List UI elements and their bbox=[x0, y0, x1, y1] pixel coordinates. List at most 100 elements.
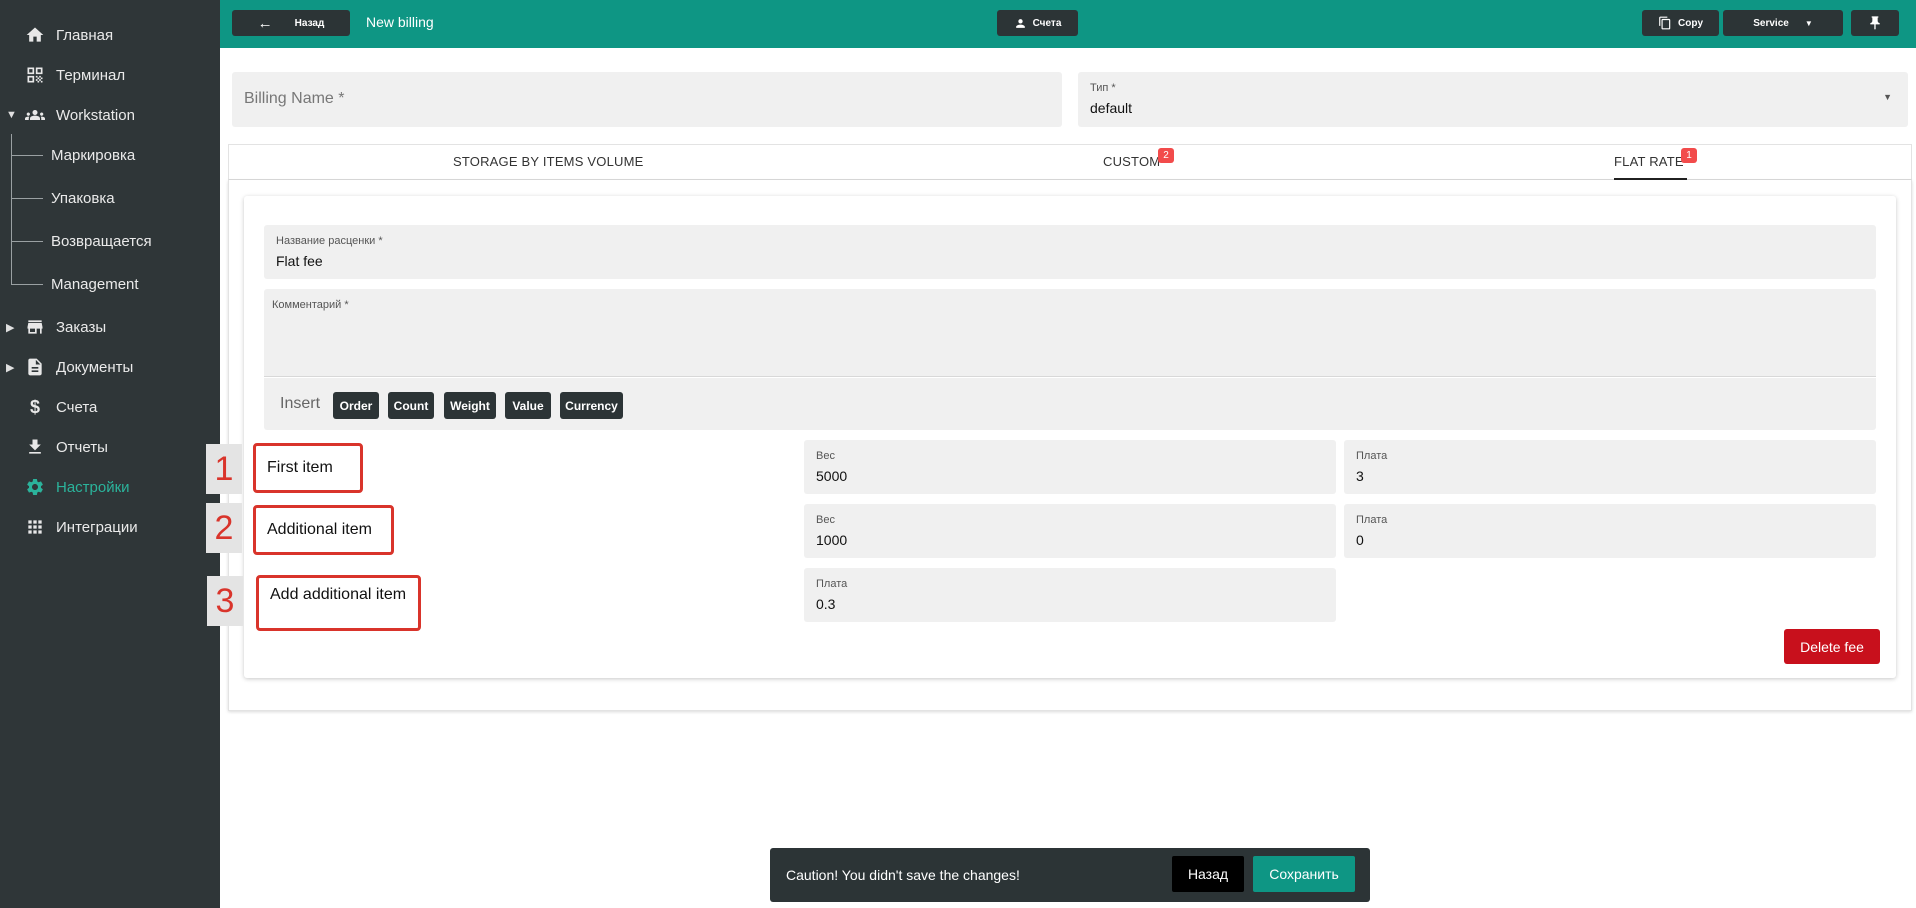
snackbar-save-button[interactable]: Сохранить bbox=[1253, 856, 1355, 892]
billing-name-field[interactable]: Billing Name * bbox=[232, 72, 1062, 127]
download-icon bbox=[24, 436, 46, 458]
fee-label: Плата bbox=[1356, 514, 1388, 526]
caret-down-icon: ▼ bbox=[1804, 18, 1813, 28]
fee-name-label: Название расценки * bbox=[276, 235, 383, 247]
insert-currency-button[interactable]: Currency bbox=[560, 392, 623, 419]
fee-value: 0 bbox=[1356, 532, 1364, 548]
home-icon bbox=[24, 24, 46, 46]
tab-flat-rate-badge: 1 bbox=[1681, 148, 1697, 163]
back-button[interactable]: ← Назад bbox=[232, 10, 350, 36]
comment-label: Комментарий * bbox=[272, 299, 349, 311]
sidebar-item-label: Отчеты bbox=[56, 438, 108, 456]
sidebar-item-orders[interactable]: ▶ Заказы bbox=[0, 309, 220, 345]
copy-button-label: Copy bbox=[1678, 17, 1703, 29]
comment-field[interactable]: Комментарий * bbox=[264, 289, 1876, 377]
sidebar: Главная Терминал ▼ Workstation Маркировк… bbox=[0, 0, 220, 908]
sidebar-item-label: Терминал bbox=[56, 66, 126, 84]
weight-label: Вес bbox=[816, 450, 835, 462]
sidebar-subitem-management[interactable]: Management bbox=[0, 266, 220, 302]
first-item-label: First item bbox=[253, 443, 363, 493]
annotation-number: 2 bbox=[206, 503, 242, 553]
dollar-icon: $ bbox=[29, 396, 40, 417]
pin-icon bbox=[1867, 15, 1883, 31]
tab-flat-rate[interactable]: FLAT RATE bbox=[1614, 154, 1684, 169]
sidebar-item-home[interactable]: Главная bbox=[0, 17, 220, 53]
sidebar-item-workstation[interactable]: ▼ Workstation bbox=[0, 97, 220, 133]
insert-order-button[interactable]: Order bbox=[333, 392, 379, 419]
caret-right-icon: ▶ bbox=[6, 321, 15, 334]
annotation-number: 3 bbox=[207, 576, 243, 626]
additional-item-weight-field[interactable]: Вес 1000 bbox=[804, 504, 1336, 558]
additional-item-fee-field[interactable]: Плата 0 bbox=[1344, 504, 1876, 558]
delete-fee-button[interactable]: Delete fee bbox=[1784, 629, 1880, 664]
annotation-number: 1 bbox=[206, 444, 242, 494]
sidebar-subitem-label: Возвращается bbox=[51, 232, 152, 250]
page-title: New billing bbox=[366, 14, 434, 30]
copy-button[interactable]: Copy bbox=[1642, 10, 1719, 36]
insert-count-button[interactable]: Count bbox=[388, 392, 434, 419]
tab-custom[interactable]: CUSTOM bbox=[1103, 154, 1160, 169]
sidebar-subitem-packing[interactable]: Упаковка bbox=[0, 180, 220, 216]
sidebar-subitem-returns[interactable]: Возвращается bbox=[0, 223, 220, 259]
store-icon bbox=[24, 316, 46, 338]
weight-label: Вес bbox=[816, 514, 835, 526]
pin-button[interactable] bbox=[1851, 10, 1899, 36]
sidebar-subitem-label: Management bbox=[51, 275, 139, 293]
sidebar-item-accounts[interactable]: $ Счета bbox=[0, 389, 220, 425]
add-additional-item-label: Add additional item bbox=[256, 575, 421, 631]
first-item-fee-field[interactable]: Плата 3 bbox=[1344, 440, 1876, 494]
sidebar-item-label: Workstation bbox=[56, 106, 135, 124]
fee-value: 0.3 bbox=[816, 596, 836, 612]
sidebar-item-label: Настройки bbox=[56, 478, 130, 496]
billing-name-placeholder: Billing Name * bbox=[244, 90, 345, 107]
back-button-label: Назад bbox=[294, 17, 325, 29]
sidebar-item-documents[interactable]: ▶ Документы bbox=[0, 349, 220, 385]
type-value: default bbox=[1090, 100, 1133, 116]
accounts-button[interactable]: Счета bbox=[997, 10, 1078, 36]
service-dropdown-label: Service bbox=[1753, 17, 1789, 29]
add-additional-item-fee-field[interactable]: Плата 0.3 bbox=[804, 568, 1336, 622]
sidebar-item-label: Главная bbox=[56, 26, 114, 44]
sidebar-item-label: Интеграции bbox=[56, 518, 138, 536]
sidebar-subitem-label: Маркировка bbox=[51, 146, 136, 164]
sidebar-item-label: Заказы bbox=[56, 318, 107, 336]
sidebar-item-label: Документы bbox=[56, 358, 134, 376]
fee-label: Плата bbox=[816, 578, 848, 590]
caret-down-icon: ▼ bbox=[6, 109, 17, 121]
gear-icon bbox=[24, 476, 46, 498]
copy-icon bbox=[1658, 16, 1672, 30]
group-icon bbox=[24, 104, 46, 126]
fee-name-value: Flat fee bbox=[276, 253, 323, 269]
first-item-weight-field[interactable]: Вес 5000 bbox=[804, 440, 1336, 494]
sidebar-item-settings[interactable]: Настройки bbox=[0, 469, 220, 505]
additional-item-label: Additional item bbox=[253, 505, 394, 555]
tab-storage-by-items-volume[interactable]: STORAGE BY ITEMS VOLUME bbox=[453, 154, 644, 169]
insert-weight-button[interactable]: Weight bbox=[444, 392, 496, 419]
fee-value: 3 bbox=[1356, 468, 1364, 484]
weight-value: 5000 bbox=[816, 468, 848, 484]
sidebar-subitem-label: Упаковка bbox=[51, 189, 115, 207]
insert-value-button[interactable]: Value bbox=[505, 392, 551, 419]
caret-right-icon: ▶ bbox=[6, 361, 15, 374]
insert-label: Insert bbox=[280, 395, 321, 412]
type-select[interactable]: Тип * default ▼ bbox=[1078, 72, 1908, 127]
fee-label: Плата bbox=[1356, 450, 1388, 462]
person-icon bbox=[1014, 17, 1027, 30]
service-dropdown[interactable]: Service ▼ bbox=[1723, 10, 1843, 36]
sidebar-item-integrations[interactable]: Интеграции bbox=[0, 509, 220, 545]
document-icon bbox=[24, 356, 46, 378]
sidebar-item-terminal[interactable]: Терминал bbox=[0, 57, 220, 93]
snackbar-message: Caution! You didn't save the changes! bbox=[786, 867, 1020, 883]
fee-name-field[interactable]: Название расценки * Flat fee bbox=[264, 225, 1876, 279]
sidebar-subitem-marking[interactable]: Маркировка bbox=[0, 137, 220, 173]
dropdown-arrow-icon: ▼ bbox=[1883, 92, 1892, 102]
apps-grid-icon bbox=[24, 516, 46, 538]
sidebar-item-reports[interactable]: Отчеты bbox=[0, 429, 220, 465]
accounts-button-label: Счета bbox=[1032, 17, 1062, 29]
type-label: Тип * bbox=[1090, 82, 1116, 94]
unsaved-changes-snackbar: Caution! You didn't save the changes! На… bbox=[770, 848, 1370, 902]
snackbar-back-button[interactable]: Назад bbox=[1172, 856, 1244, 892]
tab-bar: STORAGE BY ITEMS VOLUME CUSTOM 2 FLAT RA… bbox=[228, 144, 1912, 180]
tab-custom-badge: 2 bbox=[1158, 148, 1174, 163]
weight-value: 1000 bbox=[816, 532, 848, 548]
